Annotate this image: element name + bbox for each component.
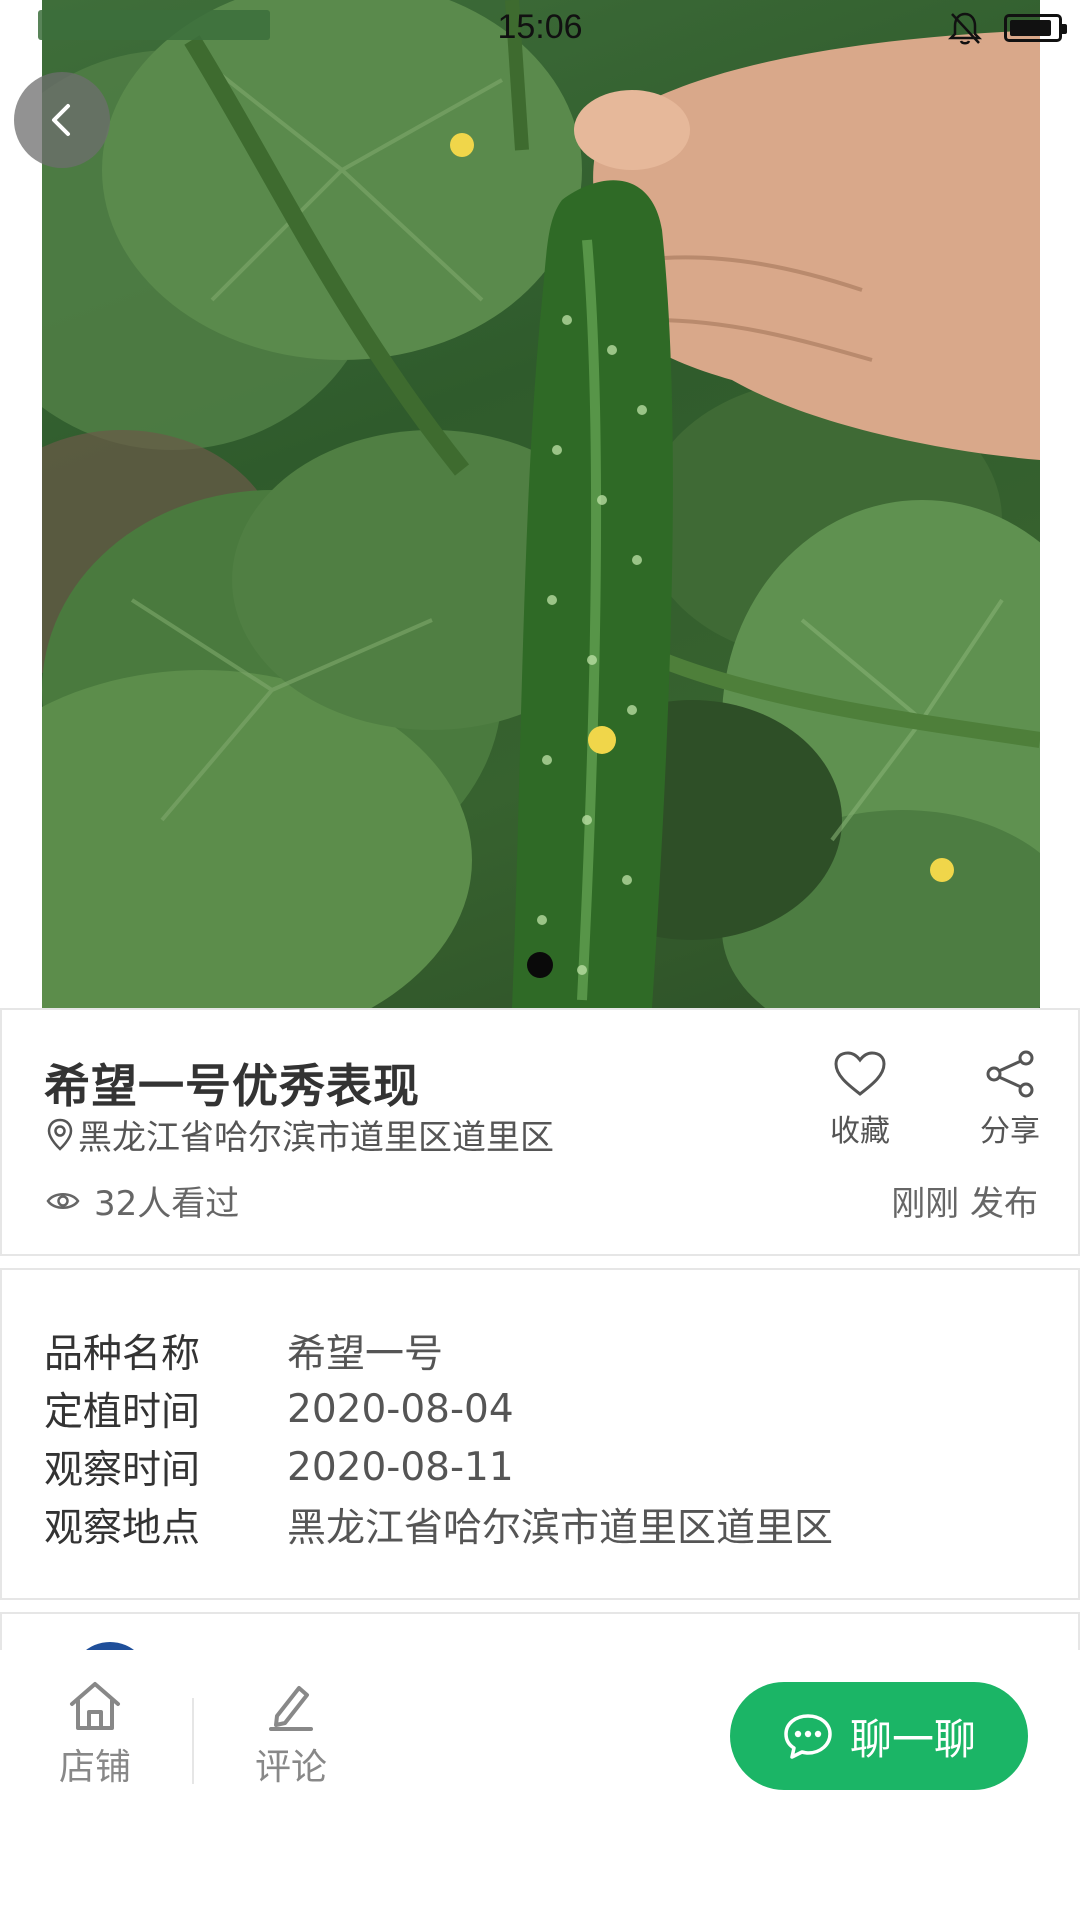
variety-info-table: 品种名称 希望一号 定植时间 2020-08-04 观察时间 2020-08-1… [44,1322,833,1554]
info-row-variety: 品种名称 希望一号 [44,1322,833,1380]
info-value: 希望一号 [287,1332,444,1377]
info-value: 2020-08-04 [287,1386,514,1432]
share-label: 分享 [980,1114,1040,1149]
carousel-indicator [0,952,1080,978]
comment-button[interactable]: 评论 [236,1680,346,1790]
info-value: 黑龙江省哈尔滨市道里区道里区 [287,1506,834,1551]
info-row-planting-date: 定植时间 2020-08-04 [44,1380,833,1438]
status-time: 15:06 [497,8,583,46]
back-button[interactable] [14,72,110,168]
favorite-button[interactable]: 收藏 [810,1050,910,1150]
info-key: 观察时间 [44,1448,201,1493]
chat-bubble-icon [784,1714,832,1759]
chat-label: 聊一聊 [849,1714,976,1764]
carousel-dot-active[interactable] [527,952,553,978]
notification-muted-icon [948,12,982,45]
post-location: 黑龙江省哈尔滨市道里区道里区 [46,1110,554,1159]
share-button[interactable]: 分享 [960,1050,1060,1150]
battery-level-fill [1010,20,1051,36]
comment-label: 评论 [254,1747,327,1788]
variety-info-card: 品种名称 希望一号 定植时间 2020-08-04 观察时间 2020-08-1… [0,1268,1080,1600]
favorite-label: 收藏 [830,1114,890,1149]
hero-image-carousel[interactable]: 15:06 [0,0,1080,1008]
post-detail-page: 15:06 希望一号优秀表现 黑龙江省哈尔滨市道里区道里区 32人看过 刚刚 发… [0,0,1080,1920]
pencil-icon [269,1686,313,1731]
post-summary-card: 希望一号优秀表现 黑龙江省哈尔滨市道里区道里区 32人看过 刚刚 发布 收藏 分… [0,1008,1080,1256]
heart-icon [834,1051,886,1096]
view-count-text: 32人看过 [94,1184,240,1224]
info-key: 定植时间 [44,1390,201,1435]
post-title: 希望一号优秀表现 [44,1059,420,1113]
shop-label: 店铺 [58,1747,131,1788]
chevron-left-icon [52,104,70,136]
cucumber-photo-illustration [42,0,1040,1008]
info-row-observation-date: 观察时间 2020-08-11 [44,1438,833,1496]
share-icon [986,1050,1034,1098]
status-bar: 15:06 [0,0,1080,58]
publish-time: 刚刚 发布 [891,1184,1038,1224]
info-row-observation-location: 观察地点 黑龙江省哈尔滨市道里区道里区 [44,1496,833,1554]
eye-icon [46,1192,80,1209]
battery-icon [1004,14,1067,42]
cucumber-photo [42,0,1040,1008]
nav-divider [192,1698,194,1784]
info-key: 观察地点 [44,1506,201,1551]
info-key: 品种名称 [44,1332,201,1377]
home-icon [70,1682,120,1730]
shop-button[interactable]: 店铺 [40,1680,150,1790]
location-pin-icon [47,1118,73,1151]
view-count: 32人看过 [46,1176,239,1225]
chat-button[interactable]: 聊一聊 [730,1682,1028,1790]
bottom-action-bar: 店铺 评论 聊一聊 [0,1650,1080,1920]
location-text: 黑龙江省哈尔滨市道里区道里区 [78,1118,554,1158]
info-value: 2020-08-11 [287,1444,514,1490]
